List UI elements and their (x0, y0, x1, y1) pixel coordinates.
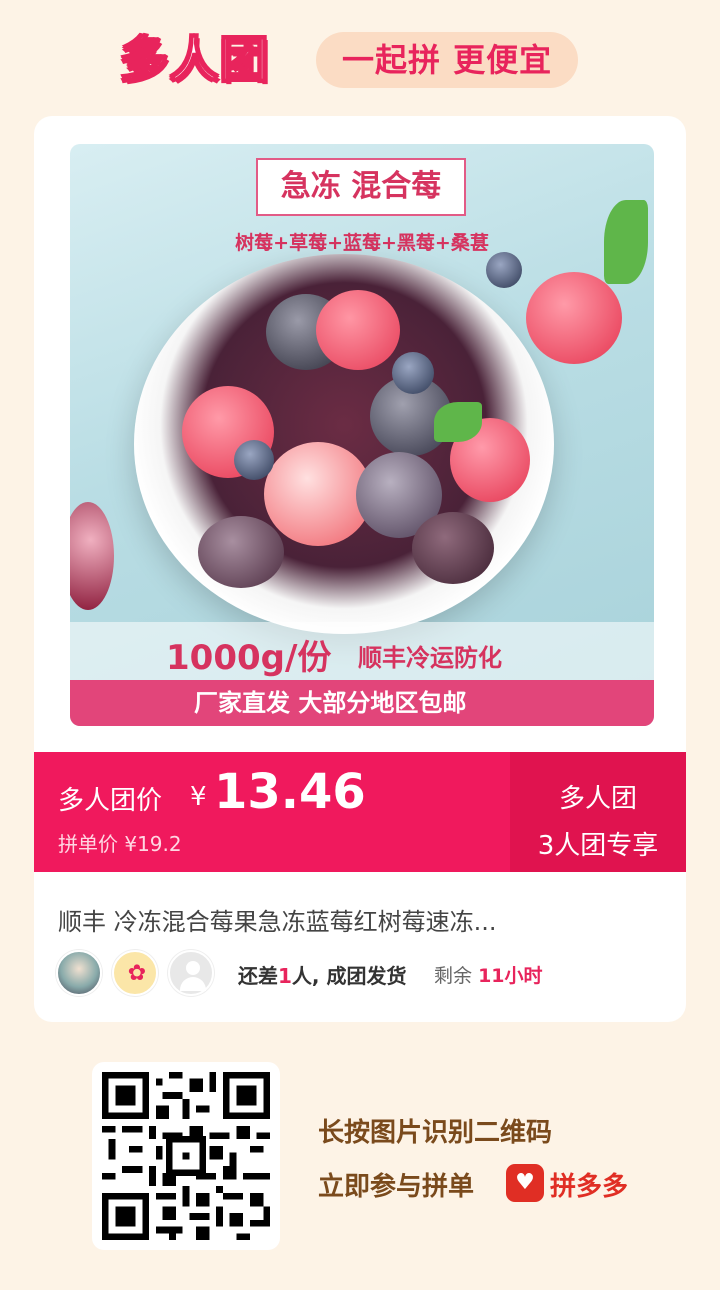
product-title[interactable]: 顺丰 冷冻混合莓果急冻蓝莓红树莓速冻... (58, 902, 668, 937)
group-members: ✿ 还差1人, 成团发货 剩余 11小时 (56, 950, 676, 998)
cold-chain-text: 顺丰冷运防化 (358, 644, 502, 672)
avatar: ✿ (112, 950, 158, 996)
promo-bar-text: 厂家直发 大部分地区包邮 (194, 689, 467, 717)
cherry-image (70, 502, 114, 610)
blueberry-image (486, 252, 522, 288)
header: 多人团 一起拼 更便宜 (0, 28, 720, 92)
product-image[interactable]: 急冻 混合莓 树莓+草莓+蓝莓+黑莓+桑葚 1000g/份 顺丰冷运防化 厂家直… (70, 144, 654, 726)
promo-title: 急冻 混合莓 (256, 158, 466, 216)
empty-avatar-placeholder (168, 950, 214, 996)
blueberry-image (234, 440, 274, 480)
group-tag-title: 多人团 (558, 784, 637, 814)
qr-code-image[interactable] (102, 1072, 270, 1240)
pinduoduo-logo-icon: ♥ (506, 1164, 544, 1202)
mulberry-image (412, 512, 494, 584)
flower-icon: ✿ (127, 961, 147, 986)
slogan-pill: 一起拼 更便宜 (316, 32, 579, 88)
product-card[interactable]: 急冻 混合莓 树莓+草莓+蓝莓+黑莓+桑葚 1000g/份 顺丰冷运防化 厂家直… (34, 116, 686, 1022)
mulberry-image (198, 516, 284, 588)
raspberry-image (316, 290, 400, 370)
group-tag-subtitle: 3人团专享 (537, 831, 659, 861)
group-tag: 多人团 3人团专享 (510, 752, 686, 872)
single-price: 拼单价 ¥19.2 (58, 832, 182, 856)
group-price-value: 13.46 (214, 764, 366, 820)
berry-bowl-image (134, 254, 554, 634)
qr-instruction: 长按图片识别二维码 (318, 1118, 553, 1148)
remaining-hours: 11小时 (478, 965, 543, 987)
promo-subtitle: 树莓+草莓+蓝莓+黑莓+桑葚 (235, 232, 489, 254)
blueberry-image (392, 352, 434, 394)
need-count: 1 (278, 964, 292, 988)
price-band: 多人团价 ¥ 13.46 拼单价 ¥19.2 多人团 3人团专享 (34, 752, 686, 872)
promo-bar: 厂家直发 大部分地区包邮 (70, 680, 654, 726)
group-price-label: 多人团价 (58, 786, 163, 816)
remaining-time: 剩余 11小时 (434, 965, 543, 987)
app-name: 拼多多 (550, 1172, 629, 1202)
need-members-text: 还差1人, 成团发货 (238, 964, 407, 988)
qr-code[interactable] (92, 1062, 280, 1250)
price-currency: ¥ (190, 782, 207, 812)
raspberry-image (526, 272, 622, 364)
mint-leaf-image (604, 200, 648, 284)
mint-leaf-image (434, 402, 482, 442)
weight-text: 1000g/份 (166, 638, 332, 678)
avatar (56, 950, 102, 996)
logo: 多人团 (119, 31, 271, 89)
person-icon (186, 961, 200, 975)
join-group-text: 立即参与拼单 (318, 1172, 475, 1202)
